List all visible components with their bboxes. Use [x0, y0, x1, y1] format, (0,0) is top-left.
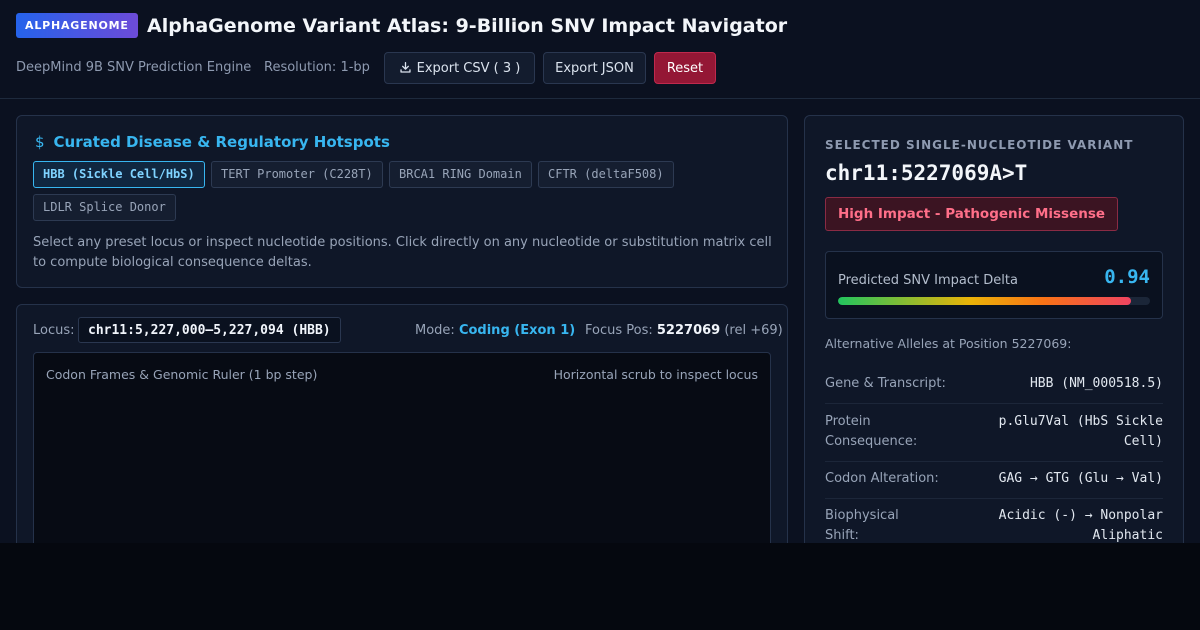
detail-value: Acidic (-) → Nonpolar Aliphatic	[998, 508, 1163, 543]
focus-value: 5227069	[656, 323, 721, 338]
engine-label: DeepMind 9B SNV Prediction Engine	[16, 60, 252, 75]
detail-value: HBB (NM_000518.5)	[1029, 376, 1163, 391]
hotspot-chip-cftr[interactable]: CFTR (deltaF508)	[538, 161, 674, 188]
download-icon	[399, 61, 411, 73]
detail-key: Biophysical Shift:	[825, 508, 899, 543]
detail-row-protein: Protein Consequence: p.Glu7Val (HbS Sick…	[825, 412, 1163, 462]
export-csv-button[interactable]: Export CSV ( 3 )	[384, 52, 535, 84]
variant-panel: SELECTED SINGLE-NUCLEOTIDE VARIANT chr11…	[804, 115, 1184, 543]
mode-info: Mode: Coding (Exon 1)	[415, 323, 575, 338]
delta-bar-fill	[838, 297, 1132, 305]
hotspot-chip-ldlr[interactable]: LDLR Splice Donor	[33, 194, 176, 221]
hotspots-title-text: Curated Disease & Regulatory Hotspots	[53, 133, 390, 151]
app-viewport: ALPHAGENOME AlphaGenome Variant Atlas: 9…	[0, 0, 1200, 543]
hotspots-title: $ Curated Disease & Regulatory Hotspots	[35, 133, 390, 151]
resolution-label: Resolution: 1-bp	[264, 60, 370, 75]
dollar-icon: $	[35, 133, 45, 151]
canvas-hint: Horizontal scrub to inspect locus	[553, 367, 758, 382]
app-header: ALPHAGENOME AlphaGenome Variant Atlas: 9…	[0, 0, 1200, 99]
export-csv-count: 3	[502, 61, 512, 76]
variant-section-label: SELECTED SINGLE-NUCLEOTIDE VARIANT	[825, 138, 1134, 152]
detail-row-biophysical: Biophysical Shift: Acidic (-) → Nonpolar…	[825, 506, 1163, 543]
delta-value: 0.94	[1104, 266, 1150, 288]
hotspots-help-text: Select any preset locus or inspect nucle…	[33, 235, 772, 270]
focus-rel: (rel +69)	[724, 323, 783, 338]
export-json-button[interactable]: Export JSON	[543, 52, 646, 84]
impact-badge: High Impact - Pathogenic Missense	[825, 197, 1119, 231]
genomic-ruler-canvas[interactable]: Codon Frames & Genomic Ruler (1 bp step)…	[33, 352, 771, 543]
detail-key: Codon Alteration:	[825, 471, 939, 486]
locus-panel: Locus: chr11:5,227,000–5,227,094 (HBB) M…	[16, 304, 788, 543]
alt-alleles-label: Alternative Alleles at Position 5227069:	[825, 336, 1072, 351]
delta-label: Predicted SNV Impact Delta	[838, 273, 1018, 288]
page-title: AlphaGenome Variant Atlas: 9-Billion SNV…	[147, 15, 788, 37]
impact-delta-card: Predicted SNV Impact Delta 0.94	[825, 251, 1163, 319]
variant-id: chr11:5227069A>T	[825, 161, 1028, 185]
mode-value: Coding (Exon 1)	[458, 323, 576, 338]
mode-label: Mode:	[415, 323, 455, 338]
export-csv-close: )	[515, 61, 521, 76]
detail-row-gene: Gene & Transcript: HBB (NM_000518.5)	[825, 374, 1163, 404]
focus-info: Focus Pos: 5227069 (rel +69)	[585, 323, 783, 338]
detail-value: GAG → GTG (Glu → Val)	[998, 471, 1163, 486]
detail-row-codon: Codon Alteration: GAG → GTG (Glu → Val)	[825, 469, 1163, 499]
locus-input[interactable]: chr11:5,227,000–5,227,094 (HBB)	[78, 317, 341, 343]
canvas-caption: Codon Frames & Genomic Ruler (1 bp step)	[46, 367, 318, 382]
locus-label: Locus:	[33, 323, 75, 338]
hotspot-chip-tert[interactable]: TERT Promoter (C228T)	[211, 161, 383, 188]
detail-value: p.Glu7Val (HbS Sickle Cell)	[998, 414, 1163, 449]
hotspot-chip-hbb[interactable]: HBB (Sickle Cell/HbS)	[33, 161, 205, 188]
hotspot-chip-brca1[interactable]: BRCA1 RING Domain	[389, 161, 532, 188]
detail-key: Gene & Transcript:	[825, 376, 946, 391]
hotspots-panel: $ Curated Disease & Regulatory Hotspots H…	[16, 115, 788, 288]
focus-label: Focus Pos:	[585, 323, 653, 338]
export-csv-label: Export CSV (	[416, 61, 499, 76]
reset-button[interactable]: Reset	[654, 52, 716, 84]
delta-bar-track	[838, 297, 1150, 305]
detail-key: Protein Consequence:	[825, 414, 918, 449]
app-logo-badge: ALPHAGENOME	[16, 13, 138, 38]
